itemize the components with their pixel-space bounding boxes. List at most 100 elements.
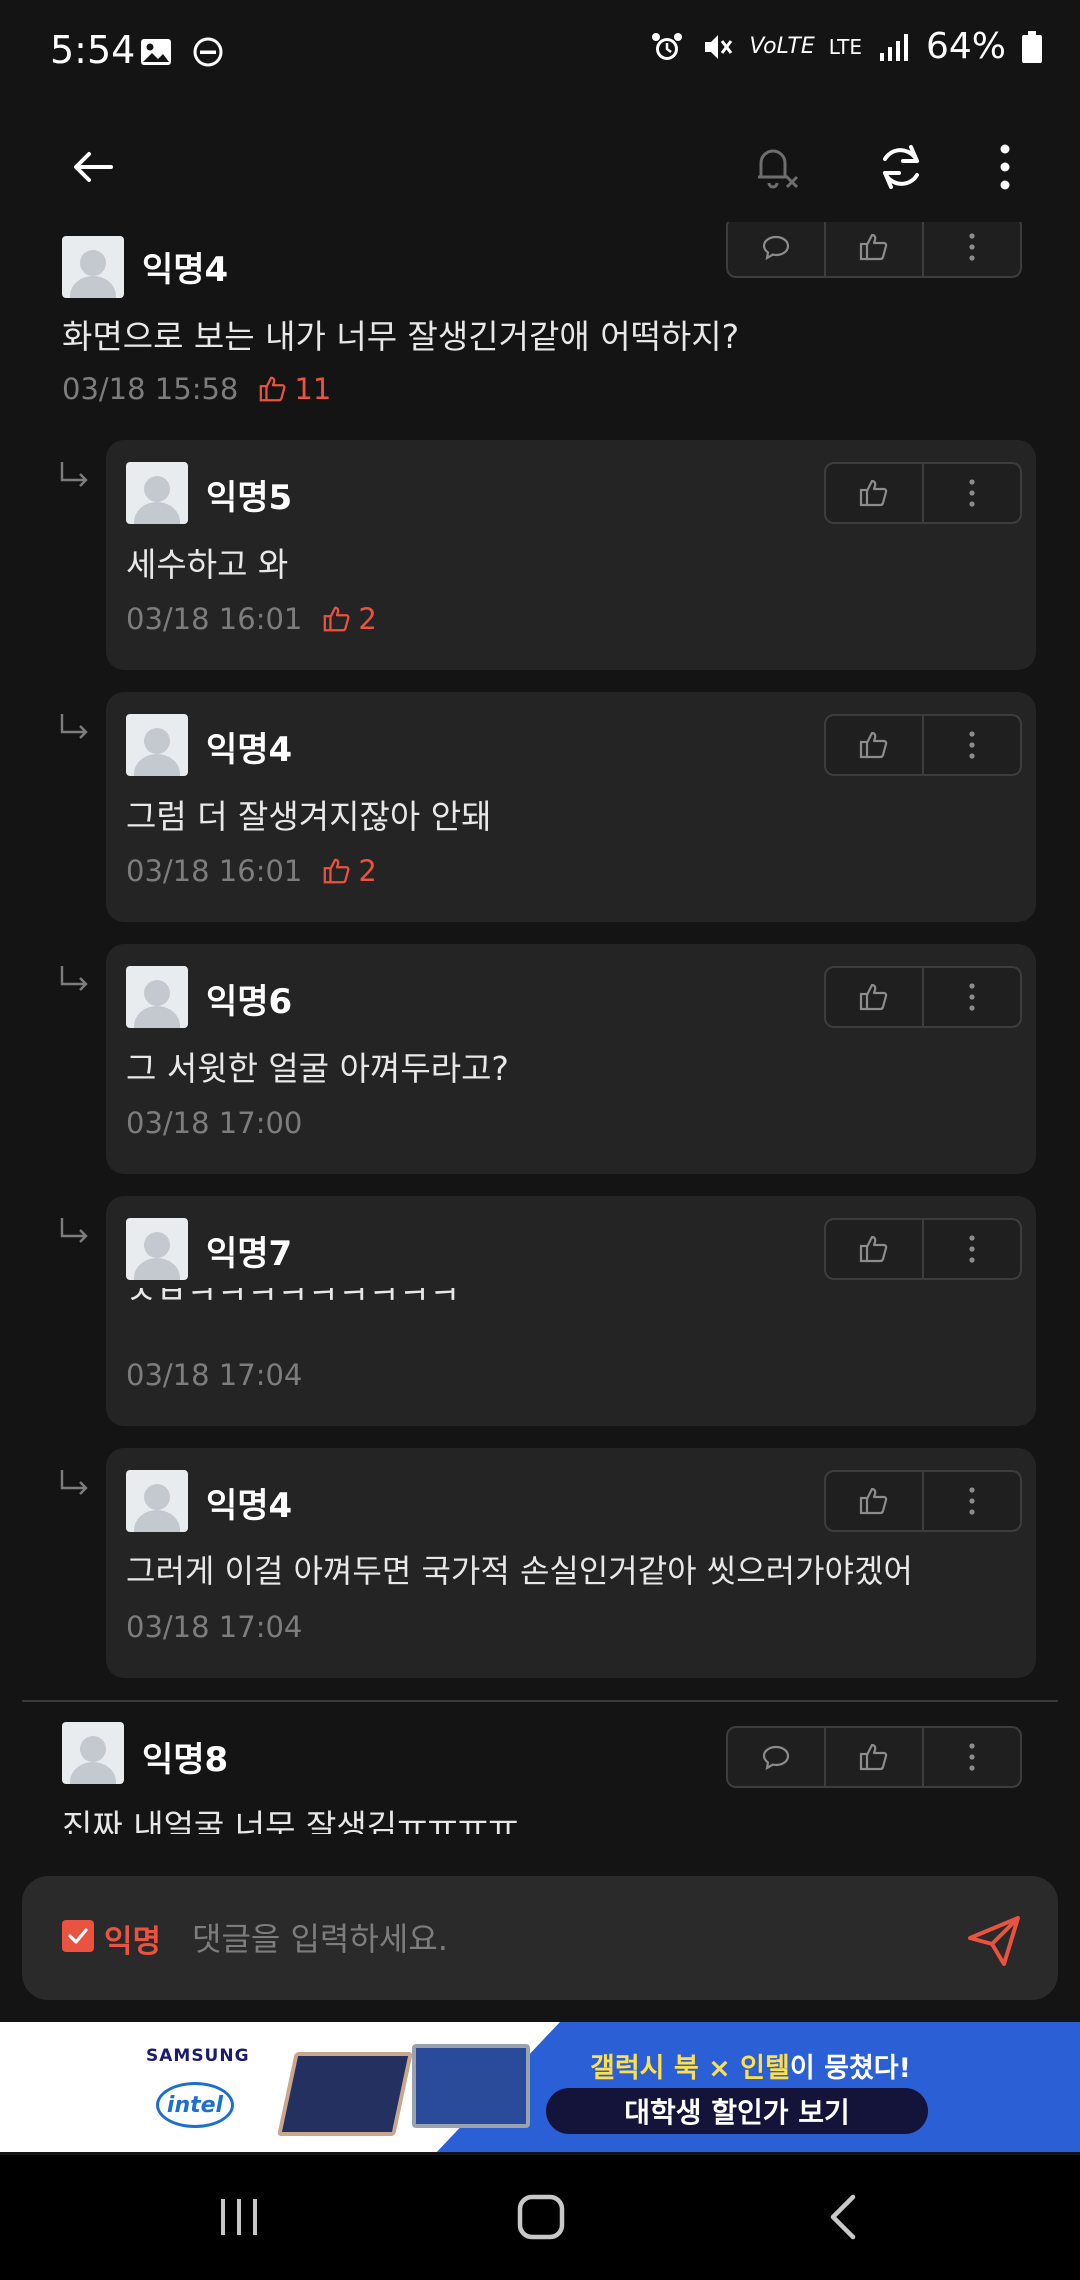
- chat-bubble-icon: [762, 235, 790, 261]
- home-button[interactable]: [506, 2187, 576, 2247]
- do-not-disturb-icon: [193, 37, 223, 67]
- reply-text: 세수하고 와: [126, 545, 289, 584]
- paper-plane-icon: [968, 1916, 1020, 1966]
- thumbs-up-icon: [260, 376, 286, 402]
- reply-actions: [824, 714, 1022, 776]
- intel-logo-text: intel: [166, 2092, 224, 2118]
- battery-icon: [1022, 30, 1042, 63]
- reply-more-button[interactable]: [924, 464, 1020, 522]
- check-icon: [68, 1928, 88, 1944]
- more-vertical-icon: [969, 233, 975, 261]
- ad-banner[interactable]: SAMSUNG intel 갤럭시 북 × 인텔이 뭉쳤다! 대학생 할인가 보…: [0, 2022, 1080, 2152]
- comment-more-button[interactable]: [924, 222, 1020, 276]
- reply-timestamp: 03/18 16:01: [126, 602, 303, 636]
- thumbs-up-icon: [324, 606, 350, 632]
- status-right-icons: VoLTE LTE 64%: [649, 26, 1044, 67]
- thumbs-up-icon: [324, 858, 350, 884]
- reply-arrow-icon: [60, 966, 88, 991]
- more-vertical-icon: [969, 1743, 975, 1771]
- like-button[interactable]: [826, 222, 924, 276]
- more-vertical-icon: [969, 731, 975, 759]
- anonymous-checkbox[interactable]: [62, 1920, 94, 1952]
- reply-item: 익명6 그 서윗한 얼굴 아껴두라고? 03/18 17:00: [106, 944, 1036, 1174]
- reply-button[interactable]: [728, 222, 826, 276]
- like-button[interactable]: [826, 1728, 924, 1786]
- reply-item: 익명7 ㅅㅂㅋㅋㅋㅋㅋㅋㅋㅋㅋ 03/18 17:04: [106, 1196, 1036, 1426]
- comment-text: 진짜 내얼굴 너무 잘생김ㅠㅠㅠㅠ: [62, 1807, 519, 1834]
- back-button[interactable]: [58, 132, 128, 202]
- ad-headline-highlight: 갤럭시 북 × 인텔: [590, 2053, 790, 2084]
- avatar: [126, 714, 188, 776]
- reply-meta: 03/18 17:04: [126, 1358, 302, 1392]
- more-vertical-icon: [969, 1487, 975, 1515]
- comment-list: 익명4 화면으로 보는 내가 너무 잘생긴거같애 어떡하지? 03/18 15:…: [0, 222, 1080, 1834]
- reply-author: 익명5: [206, 478, 293, 518]
- reply-more-button[interactable]: [924, 1472, 1020, 1530]
- like-button[interactable]: [826, 968, 924, 1026]
- like-button[interactable]: [826, 716, 924, 774]
- comment-input[interactable]: [190, 1910, 954, 1968]
- more-vertical-icon: [969, 1235, 975, 1263]
- thumbs-up-icon: [859, 1235, 888, 1263]
- back-nav-button[interactable]: [808, 2187, 878, 2247]
- reply-meta: 03/18 16:01 2: [126, 854, 377, 888]
- chevron-left-icon: [830, 2194, 856, 2240]
- avatar: [126, 462, 188, 524]
- comment-timestamp: 03/18 15:58: [62, 372, 239, 406]
- reply-arrow-icon: [60, 1470, 88, 1495]
- reply-text: ㅅㅂㅋㅋㅋㅋㅋㅋㅋㅋㅋ: [126, 1288, 460, 1312]
- reply-actions: [824, 966, 1022, 1028]
- refresh-icon: [883, 145, 919, 189]
- reply-button[interactable]: [728, 1728, 826, 1786]
- reply-author: 익명4: [206, 1486, 293, 1526]
- reply-more-button[interactable]: [924, 968, 1020, 1026]
- chat-bubble-icon: [762, 1745, 790, 1771]
- notification-toggle-button[interactable]: [740, 132, 810, 202]
- anonymous-label[interactable]: 익명: [104, 1916, 161, 1961]
- ad-headline-rest: 이 뭉쳤다!: [789, 2053, 911, 2084]
- reply-actions: [824, 1470, 1022, 1532]
- samsung-logo: SAMSUNG: [146, 2046, 250, 2066]
- network-type: LTE: [828, 34, 862, 59]
- mute-icon: [705, 34, 733, 59]
- comment-author: 익명4: [142, 250, 229, 290]
- refresh-button[interactable]: [866, 132, 936, 202]
- reply-item: 익명4 그러게 이걸 아껴두면 국가적 손실인거같아 씻으러가야겠어 03/18…: [106, 1448, 1036, 1678]
- comment-input-bar: 익명: [22, 1876, 1058, 2000]
- intel-logo: intel: [156, 2082, 234, 2128]
- reply-more-button[interactable]: [924, 716, 1020, 774]
- like-button[interactable]: [826, 1472, 924, 1530]
- recent-apps-button[interactable]: [204, 2187, 274, 2247]
- ad-cta-button[interactable]: 대학생 할인가 보기: [546, 2088, 928, 2134]
- reply-timestamp: 03/18 17:04: [126, 1610, 303, 1644]
- reply-timestamp: 03/18 16:01: [126, 854, 303, 888]
- reply-author: 익명4: [206, 730, 293, 770]
- thumbs-up-icon: [859, 1743, 888, 1771]
- app-bar: [0, 110, 1080, 220]
- like-button[interactable]: [826, 1220, 924, 1278]
- reply-actions: [824, 462, 1022, 524]
- like-button[interactable]: [826, 464, 924, 522]
- thumbs-up-icon: [859, 1487, 888, 1515]
- more-vertical-icon: [969, 479, 975, 507]
- signal-icon: [879, 33, 908, 61]
- reply-author: 익명6: [206, 982, 293, 1022]
- arrow-left-icon: [74, 152, 113, 182]
- like-count-value: 11: [294, 372, 332, 406]
- bell-off-icon: [758, 149, 799, 189]
- send-button[interactable]: [964, 1910, 1024, 1970]
- ad-cta-label: 대학생 할인가 보기: [624, 2096, 850, 2129]
- comment-item: 익명8 진짜 내얼굴 너무 잘생김ㅠㅠㅠㅠ: [62, 1722, 1022, 1834]
- divider: [22, 1700, 1058, 1702]
- laptop-image: [277, 2052, 413, 2136]
- like-count-value: 2: [358, 602, 377, 636]
- status-bar: 5:54 VoLTE LTE 64%: [0, 0, 1080, 110]
- reply-author: 익명7: [206, 1234, 293, 1274]
- avatar: [62, 236, 124, 298]
- gallery-icon: [141, 39, 171, 65]
- ad-headline: 갤럭시 북 × 인텔이 뭉쳤다!: [590, 2046, 911, 2085]
- reply-more-button[interactable]: [924, 1220, 1020, 1278]
- avatar: [126, 966, 188, 1028]
- more-options-button[interactable]: [970, 132, 1040, 202]
- comment-more-button[interactable]: [924, 1728, 1020, 1786]
